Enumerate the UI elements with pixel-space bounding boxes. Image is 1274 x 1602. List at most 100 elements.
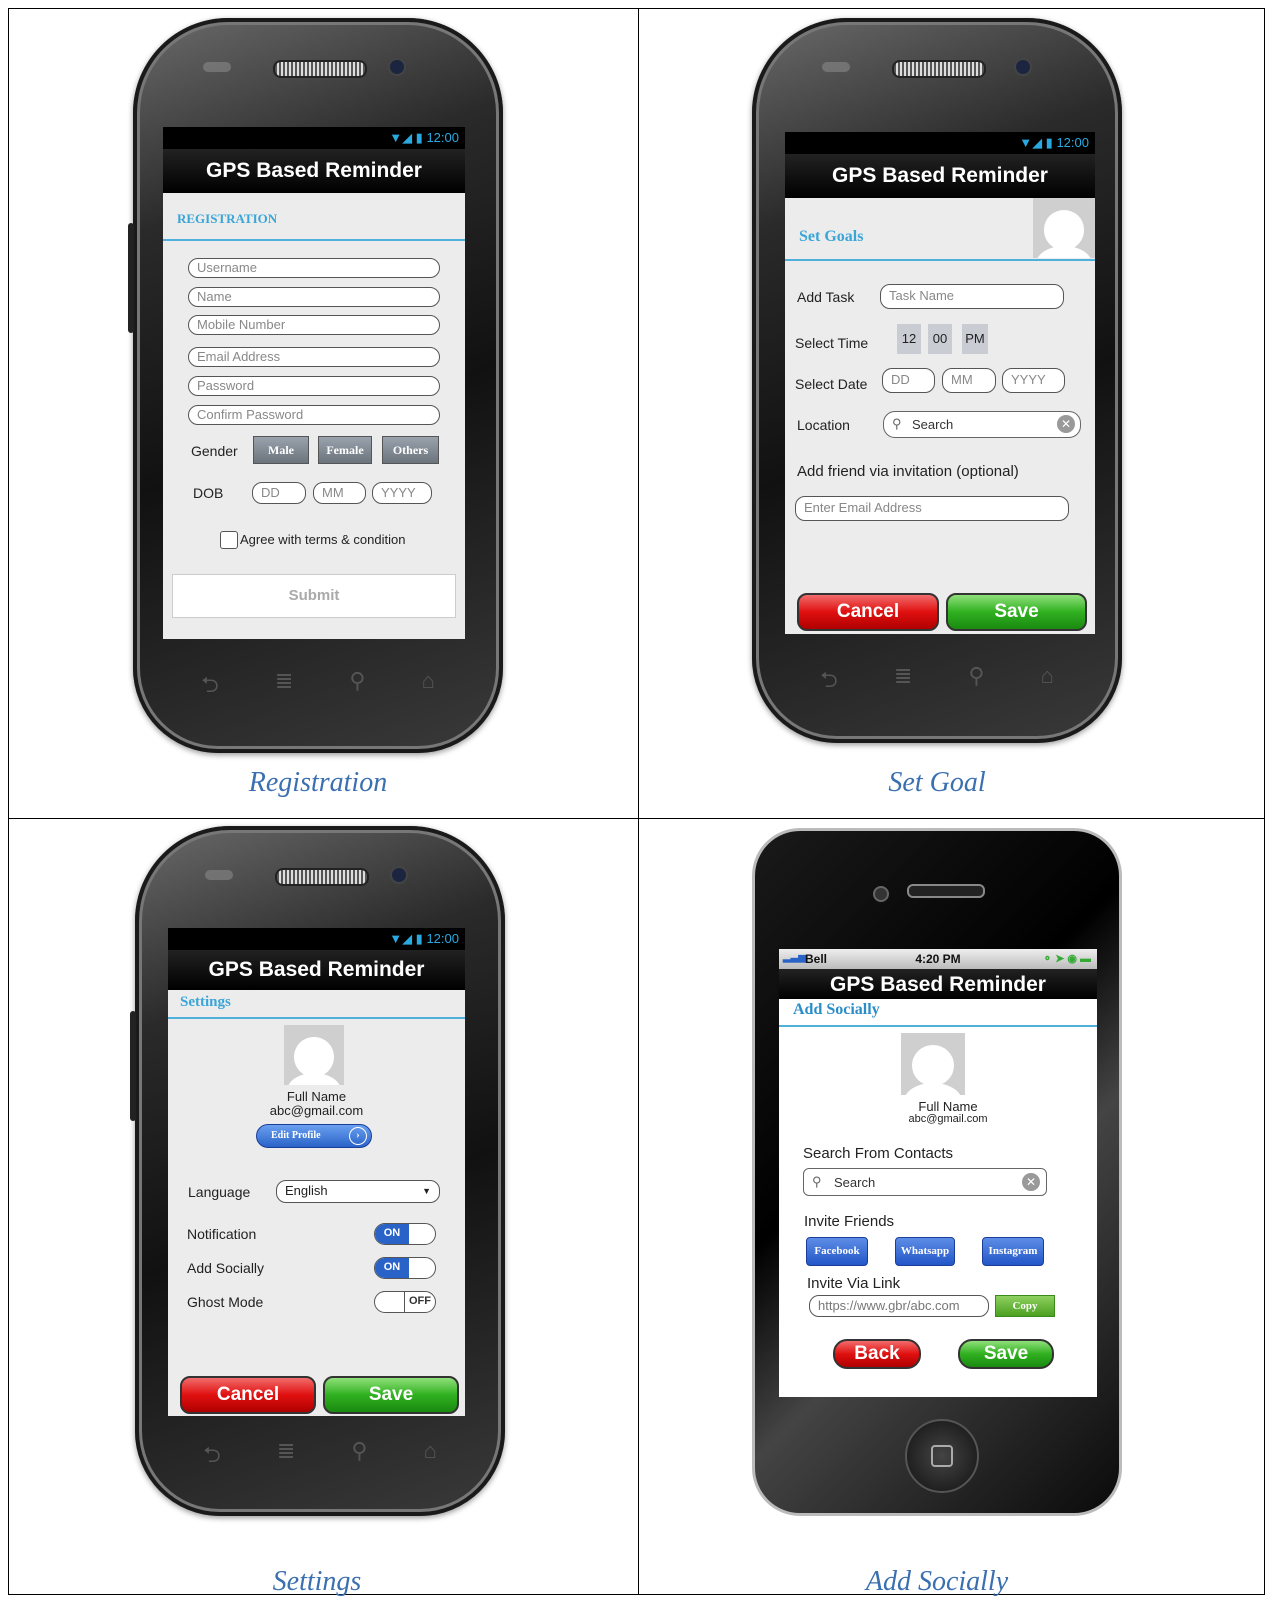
avatar — [1033, 198, 1095, 258]
dob-day-field[interactable]: DD — [252, 482, 306, 504]
table-divider-horizontal — [8, 818, 1265, 819]
table-divider-vertical — [638, 8, 639, 1595]
section-title: Add Socially — [779, 999, 1097, 1027]
search-icon: ⚲ — [892, 416, 902, 431]
status-time: 12:00 — [426, 931, 459, 946]
invite-link-field[interactable]: https://www.gbr/abc.com — [809, 1295, 989, 1317]
minute-picker[interactable]: 00 — [928, 324, 952, 354]
registration-screen: ▼◢ ▮ 12:00 GPS Based Reminder REGISTRATI… — [163, 127, 465, 639]
dob-year-field[interactable]: YYYY — [372, 482, 432, 504]
facebook-button[interactable]: Facebook — [806, 1237, 868, 1266]
invite-email-field[interactable]: Enter Email Address — [795, 496, 1069, 521]
back-button[interactable]: Back — [833, 1339, 921, 1369]
gender-male-button[interactable]: Male — [253, 436, 309, 464]
date-day-field[interactable]: DD — [882, 368, 935, 393]
invite-label: Add friend via invitation (optional) — [797, 463, 1019, 480]
add-socially-phone: ▂▃▅ Bell 4:20 PM ⚬ ➤ ◉ ▬ GPS Based Remin… — [752, 828, 1122, 1516]
search-icon[interactable]: ⚲ — [968, 663, 984, 701]
earpiece-speaker — [275, 868, 369, 886]
notification-label: Notification — [187, 1226, 257, 1242]
app-title: GPS Based Reminder — [779, 969, 1097, 999]
ghost-mode-label: Ghost Mode — [187, 1294, 264, 1310]
status-time: 12:00 — [1056, 135, 1089, 150]
caption-registration: Registration — [248, 767, 388, 798]
set-goal-screen: ▼◢ ▮ 12:00 GPS Based Reminder Set Goals … — [785, 132, 1095, 634]
location-search[interactable]: ⚲ Search ✕ — [883, 411, 1081, 438]
toggle-state: OFF — [404, 1292, 435, 1312]
menu-icon[interactable]: ≣ — [275, 668, 293, 706]
edit-profile-button[interactable]: Edit Profile › — [256, 1124, 372, 1148]
search-icon[interactable]: ⚲ — [349, 668, 365, 706]
terms-label: Agree with terms & condition — [240, 532, 406, 547]
back-icon[interactable]: ⮌ — [820, 663, 838, 701]
email-field[interactable]: Email Address — [188, 347, 440, 367]
submit-button[interactable]: Submit — [172, 574, 456, 618]
earpiece-speaker — [907, 884, 985, 898]
search-placeholder: Search — [912, 417, 954, 432]
password-field[interactable]: Password — [188, 376, 440, 396]
date-month-field[interactable]: MM — [942, 368, 996, 393]
whatsapp-button[interactable]: Whatsapp — [895, 1237, 955, 1266]
home-icon[interactable]: ⌂ — [422, 668, 435, 706]
notification-toggle[interactable]: ON — [374, 1223, 436, 1245]
front-camera — [1014, 58, 1032, 76]
confirm-password-field[interactable]: Confirm Password — [188, 405, 440, 425]
ampm-picker[interactable]: PM — [962, 324, 988, 354]
language-value: English — [285, 1183, 328, 1198]
task-name-field[interactable]: Task Name — [880, 284, 1064, 309]
home-icon[interactable]: ⌂ — [424, 1438, 437, 1476]
clear-icon[interactable]: ✕ — [1022, 1173, 1040, 1191]
cancel-button[interactable]: Cancel — [180, 1376, 316, 1414]
settings-screen: ▼◢ ▮ 12:00 GPS Based Reminder Settings F… — [168, 928, 465, 1416]
set-goal-phone: ▼◢ ▮ 12:00 GPS Based Reminder Set Goals … — [752, 18, 1122, 743]
app-title: GPS Based Reminder — [168, 950, 465, 990]
terms-checkbox[interactable] — [220, 531, 238, 549]
gender-others-button[interactable]: Others — [382, 436, 439, 464]
save-button[interactable]: Save — [323, 1376, 459, 1414]
home-icon[interactable]: ⌂ — [1041, 663, 1054, 701]
avatar — [284, 1025, 344, 1085]
earpiece-speaker — [892, 60, 986, 78]
home-button[interactable] — [905, 1419, 979, 1493]
search-contacts-label: Search From Contacts — [803, 1145, 954, 1162]
chevron-right-icon: › — [349, 1127, 367, 1145]
date-year-field[interactable]: YYYY — [1002, 368, 1065, 393]
home-square-icon — [931, 1445, 953, 1467]
save-button[interactable]: Save — [958, 1339, 1054, 1369]
gender-female-button[interactable]: Female — [318, 436, 372, 464]
user-email: abc@gmail.com — [908, 1113, 988, 1125]
contacts-search[interactable]: ⚲ Search ✕ — [803, 1168, 1047, 1196]
side-button — [130, 1011, 136, 1121]
app-title: GPS Based Reminder — [785, 154, 1095, 198]
location-label: Location — [797, 417, 850, 433]
add-socially-toggle[interactable]: ON — [374, 1257, 436, 1279]
copy-button[interactable]: Copy — [995, 1295, 1055, 1317]
avatar — [901, 1033, 965, 1095]
status-time: 12:00 — [426, 130, 459, 145]
menu-icon[interactable]: ≣ — [277, 1438, 295, 1476]
status-bar: ▼◢ ▮ 12:00 — [168, 928, 465, 950]
side-button — [128, 223, 134, 333]
name-field[interactable]: Name — [188, 287, 440, 307]
add-socially-screen: ▂▃▅ Bell 4:20 PM ⚬ ➤ ◉ ▬ GPS Based Remin… — [779, 949, 1097, 1397]
app-title: GPS Based Reminder — [163, 149, 465, 193]
back-icon[interactable]: ⮌ — [203, 1438, 221, 1476]
dob-month-field[interactable]: MM — [313, 482, 366, 504]
clear-icon[interactable]: ✕ — [1057, 415, 1075, 433]
menu-icon[interactable]: ≣ — [894, 663, 912, 701]
select-date-label: Select Date — [795, 376, 868, 392]
back-icon[interactable]: ⮌ — [201, 668, 219, 706]
search-icon[interactable]: ⚲ — [351, 1438, 367, 1476]
ghost-mode-toggle[interactable]: OFF — [374, 1291, 436, 1313]
proximity-sensor — [822, 62, 850, 72]
hour-picker[interactable]: 12 — [897, 324, 921, 354]
username-field[interactable]: Username — [188, 258, 440, 278]
instagram-button[interactable]: Instagram — [982, 1237, 1044, 1266]
mobile-field[interactable]: Mobile Number — [188, 315, 440, 335]
front-camera — [388, 58, 406, 76]
language-select[interactable]: English ▼ — [276, 1180, 440, 1203]
battery-icon: ⚬ ➤ ◉ ▬ — [1042, 953, 1091, 965]
save-button[interactable]: Save — [946, 593, 1087, 631]
cancel-button[interactable]: Cancel — [797, 593, 939, 631]
gender-label: Gender — [191, 443, 238, 459]
